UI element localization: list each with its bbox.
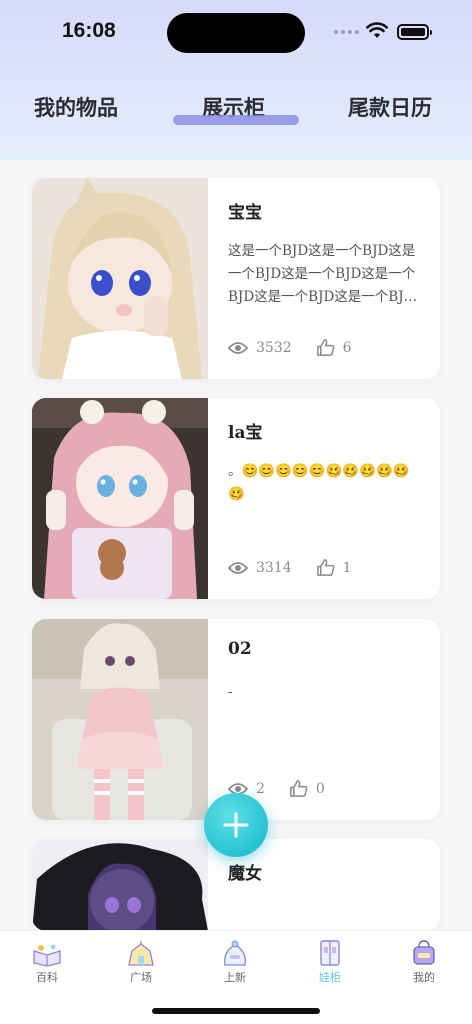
tab-my-items[interactable]: 我的物品 [34,92,118,122]
card-title: 02 [228,639,252,659]
thumbs-up-icon [290,780,308,797]
active-tab-indicator [173,115,299,125]
like-count[interactable]: 0 [289,779,325,798]
dynamic-island [167,13,305,53]
card-content: 宝宝 这是一个BJD这是一个BJD这是一个BJD这是一个BJD这是一个BJD这是… [228,178,424,379]
book-icon [33,944,61,967]
doll-photo [32,619,208,820]
plus-icon [223,812,249,838]
eye-icon [228,561,248,574]
card-description: - [228,684,233,700]
card-content: la宝 。😊😊😊😊😊🥴🥴🥴🥴🥴🥴 3314 1 [228,398,424,599]
thumbs-up-icon [316,559,335,576]
plaza-icon [128,941,154,966]
wifi-icon [366,22,388,38]
card-description: 。😊😊😊😊😊🥴🥴🥴🥴🥴🥴 [228,463,410,502]
doll-photo [32,839,208,931]
nav-plaza[interactable]: 广场 [111,939,171,985]
card-stats: 3314 1 [228,558,376,577]
nav-cabinet[interactable]: 娃柜 [300,939,360,985]
like-count[interactable]: 1 [316,558,352,577]
cabinet-icon [320,940,340,966]
new-icon [224,940,246,966]
tab-balance-calendar[interactable]: 尾款日历 [348,92,432,122]
battery-icon [397,24,432,40]
profile-icon [413,940,435,965]
doll-photo [32,178,208,379]
status-time: 16:08 [62,19,116,42]
nav-wiki[interactable]: 百科 [17,939,77,985]
card-content: 02 - 2 0 [228,619,424,820]
add-button[interactable] [204,793,268,857]
segment-tabs: 我的物品 展示柜 尾款日历 [0,92,472,132]
view-count: 3314 [228,560,292,576]
card-title: 魔女 [228,864,262,884]
eye-icon [228,341,248,354]
card-content: 魔女 [228,839,424,931]
card-title: la宝 [228,423,263,443]
card-title: 宝宝 [228,203,262,223]
doll-card[interactable]: 宝宝 这是一个BJD这是一个BJD这是一个BJD这是一个BJD这是一个BJD这是… [32,178,440,379]
doll-card[interactable]: la宝 。😊😊😊😊😊🥴🥴🥴🥴🥴🥴 3314 1 [32,398,440,599]
view-count: 3532 [228,340,292,356]
status-bar: 16:08 [0,0,472,64]
header: 16:08 我的物品 展示柜 尾款日历 [0,0,472,160]
thumbs-up-icon [316,339,335,356]
doll-card[interactable]: 02 - 2 0 [32,619,440,820]
home-indicator [152,1008,320,1014]
doll-photo [32,398,208,599]
nav-profile[interactable]: 我的 [394,939,454,985]
signal-icon [334,30,359,34]
nav-new[interactable]: 上新 [205,939,265,985]
card-description: 这是一个BJD这是一个BJD这是一个BJD这是一个BJD这是一个BJD这是一个B… [228,243,418,305]
card-stats: 3532 6 [228,338,376,357]
like-count[interactable]: 6 [316,338,352,357]
